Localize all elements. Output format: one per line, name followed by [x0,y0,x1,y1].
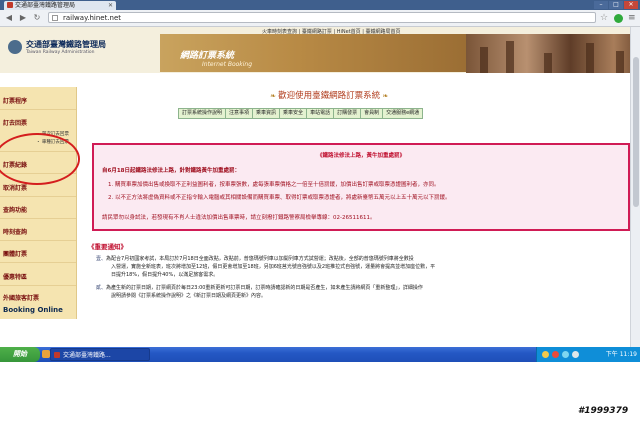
important-notice-title: 《重要通知》 [88,243,127,251]
important-item-2-line-2[interactable]: 說明請參閱《訂票系統操作說明》之《新訂票日期及網頁更新》內容。 [111,292,266,299]
sidebar-item-special-offers[interactable]: 優惠特區 [0,272,76,281]
forward-arrow-icon[interactable]: ▶ [18,13,28,23]
taskbar: 開始 交通部臺灣鐵路... 下午 11:19 [0,347,640,362]
quick-launch-icon[interactable] [42,350,50,358]
minimize-icon[interactable]: – [594,1,608,9]
important-item-2-text: 為產生新的訂票日期，訂票網頁於每日23:00重新更新可訂票日期，訂票時請確認新的… [106,285,423,291]
notice-closing: 請民眾勿以身試法，若發現有不肖人士違法加價出售車票時，請立刻撥打鐵路警察局檢舉專… [102,215,376,221]
scrollbar-thumb[interactable] [633,57,639,207]
important-item-1-label: 壹、 [96,256,107,262]
page-scrollbar[interactable] [630,27,640,347]
main-menu-bar: 訂票系統操作說明 注意事項 乘車資訊 乘車安全 車站電話 訂購發票 會員制 交通… [178,108,424,119]
banner-subtitle: Internet Booking [202,61,253,68]
welcome-title-text: 歡迎使用臺鐵網路訂票系統 [278,91,381,101]
menu-item-membership[interactable]: 會員制 [361,109,384,118]
sidebar-item-round-trip[interactable]: 訂去回票 [0,118,76,127]
important-item-2-label: 貳、 [96,285,107,291]
site-favicon-icon [7,2,13,8]
important-item-1-line-2: 入營運，實施全新班表，班次將增加至12班，假日更會增加至18班，另加6班莒光號自… [111,264,436,270]
station-building-image [466,34,640,73]
booking-online-label[interactable]: Booking Online [3,306,63,314]
system-clock: 下午 11:19 [605,351,637,358]
browser-tab[interactable]: 交通部臺灣鐵路管理局 ✕ [4,1,116,10]
sidebar-divider [0,218,76,219]
tab-title: 交通部臺灣鐵路管理局 [15,2,76,9]
address-bar-input[interactable]: railway.hinet.net [48,12,596,23]
menu-item-ride-info[interactable]: 乘車資訊 [253,109,281,118]
menu-item-operation-guide[interactable]: 訂票系統操作說明 [179,109,227,118]
decoration-icon: ❧ [380,92,389,100]
browser-tab-bar: 交通部臺灣鐵路管理局 ✕ – □ ✕ [0,0,640,10]
extension-icon[interactable] [614,14,623,23]
url-text: railway.hinet.net [63,14,122,22]
close-window-icon[interactable]: ✕ [624,1,638,9]
window-controls: – □ ✕ [594,1,638,9]
screenshot: 交通部臺灣鐵路管理局 ✕ – □ ✕ ◀ ▶ ↻ railway.hinet.n… [0,0,640,365]
browser-menu-icon[interactable]: ≡ [628,13,636,23]
sidebar-divider [0,240,76,241]
org-name[interactable]: 交通部臺灣鐵路管理局 [26,39,106,50]
taskbar-browser-item[interactable]: 交通部臺灣鐵路... [50,348,150,361]
banner-title: 網路訂票系統 [180,51,235,61]
notice-point-2: 2. 以不正方法將虛偽資料或不正指令輸入電腦或其相關設備而購買車票、取得訂票或取… [108,195,451,201]
important-item-1-line-1: 壹、為配合7月初國家考試，本局訂於7月18日全面改點，改點前，普悠瑪號列車以加開… [96,255,414,262]
sidebar-divider [0,109,76,110]
page-icon [52,15,58,21]
sidebar-divider [0,262,76,263]
close-tab-icon[interactable]: ✕ [108,1,113,10]
tra-logo-icon[interactable] [8,40,22,54]
important-item-1-text: 為配合7月初國家考試，本局訂於7月18日全面改點，改點前，普悠瑪號列車以加開列車… [106,256,414,262]
network-icon[interactable] [562,351,569,358]
site-favicon-icon [54,352,60,358]
start-button[interactable]: 開始 [0,347,40,362]
back-arrow-icon[interactable]: ◀ [4,13,14,23]
sidebar-item-foreign-booking[interactable]: 外國旅客訂票 [0,293,76,302]
menu-item-invoice[interactable]: 訂購發票 [334,109,362,118]
left-sidebar: 訂票程序 訂去回票 ・ 單次訂去回票 ・ 車種訂去回票 訂票紀錄 取消訂票 查詢… [0,87,77,319]
important-item-1-line-3: 日提升18%，假日提升40%，以滿足旅客需求。 [111,272,219,278]
welcome-title: ❧ 歡迎使用臺鐵網路訂票系統 ❧ [270,89,388,101]
sidebar-item-group-booking[interactable]: 團體訂票 [0,249,76,258]
browser-toolbar: ◀ ▶ ↻ railway.hinet.net ☆ ≡ [0,10,640,27]
reload-icon[interactable]: ↻ [32,13,42,23]
notice-intro: 自6月18日起鐵路法修法上路，針對鐵路黃牛加重處罰： [102,168,240,174]
header-banner: 網路訂票系統 Internet Booking [160,34,466,72]
org-name-en: Taiwan Railway Administration [26,50,95,55]
tray-icon[interactable] [542,351,549,358]
web-page: 交通部臺灣鐵路管理局 Taiwan Railway Administration… [0,27,640,347]
notice-title: 《鐵路法修法上路，黃牛加重處罰》 [316,153,405,159]
notice-point-1: 1. 購買車票加價出售或換取不正利益圖利者，按車票張數，處每張車票價格之一倍至十… [108,182,440,188]
menu-item-station-phone[interactable]: 車站電話 [307,109,335,118]
menu-item-notes[interactable]: 注意事項 [226,109,254,118]
maximize-icon[interactable]: □ [609,1,623,9]
important-item-2-line-1: 貳、為產生新的訂票日期，訂票網頁於每日23:00重新更新可訂票日期，訂票時請確認… [96,284,423,291]
sidebar-item-query[interactable]: 查詢功能 [0,205,76,214]
volume-icon[interactable] [572,351,579,358]
sidebar-divider [0,285,76,286]
sidebar-item-timetable[interactable]: 時刻查詢 [0,227,76,236]
notice-box: 《鐵路法修法上路，黃牛加重處罰》 自6月18日起鐵路法修法上路，針對鐵路黃牛加重… [92,143,630,231]
menu-item-ride-safety[interactable]: 乘車安全 [280,109,308,118]
tray-icon[interactable] [552,351,559,358]
decoration-icon: ❧ [270,92,279,100]
watermark: #1999379 [578,406,629,416]
menu-item-transport-service[interactable]: 交通服務e網通 [383,109,423,118]
sidebar-divider [0,196,76,197]
bookmark-star-icon[interactable]: ☆ [600,13,608,23]
sidebar-item-booking-process[interactable]: 訂票程序 [0,96,76,105]
site-header: 交通部臺灣鐵路管理局 Taiwan Railway Administration… [0,27,640,73]
taskbar-item-label: 交通部臺灣鐵路... [63,352,111,359]
system-tray: 下午 11:19 [536,347,640,362]
